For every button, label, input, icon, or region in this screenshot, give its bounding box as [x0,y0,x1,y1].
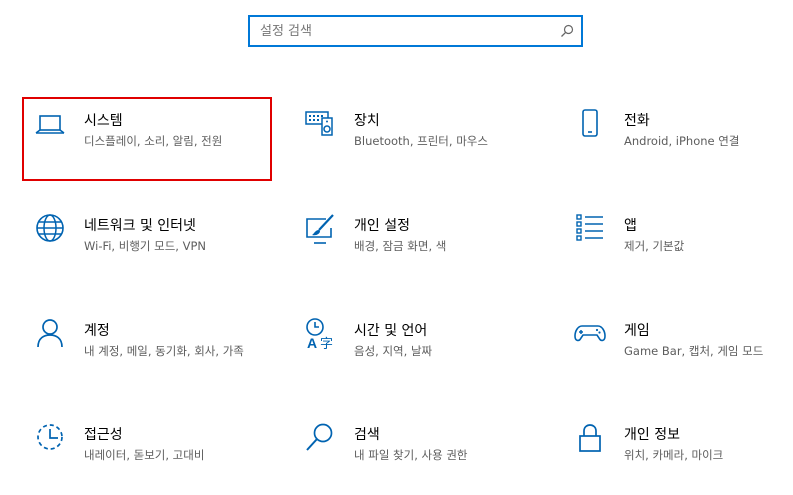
tile-description: Android, iPhone 연결 [624,134,740,148]
laptop-icon [35,115,65,134]
svg-text:A: A [307,335,317,349]
tile-description: 위치, 카메라, 마이크 [624,448,724,462]
tile-accounts[interactable]: 계정 내 계정, 메일, 동기화, 회사, 가족 [22,307,272,391]
search-input[interactable] [260,21,545,41]
tile-title: 네트워크 및 인터넷 [84,218,196,234]
tile-search[interactable]: 검색 내 파일 찾기, 사용 권한 [292,411,542,495]
tile-title: 앱 [624,218,637,234]
tile-title: 시간 및 언어 [354,323,428,339]
tile-description: Bluetooth, 프린터, 마우스 [354,134,488,148]
globe-icon [36,214,64,242]
tile-title: 개인 설정 [354,218,410,234]
tile-title: 개인 정보 [624,427,680,443]
tile-description: 내 계정, 메일, 동기화, 회사, 가족 [84,344,244,358]
time-language-icon: A 字 [306,318,333,349]
tile-description: 디스플레이, 소리, 알림, 전원 [84,134,223,148]
tile-ease-of-access[interactable]: 접근성 내레이터, 돋보기, 고대비 [22,411,272,495]
search-icon [306,423,333,451]
tile-description: Wi-Fi, 비행기 모드, VPN [84,239,207,253]
ease-of-access-icon [37,424,63,450]
tile-title: 접근성 [84,427,123,443]
tile-title: 전화 [624,113,650,129]
paint-icon [306,214,334,244]
tile-title: 계정 [84,323,110,339]
svg-text:字: 字 [320,337,333,349]
devices-icon [305,111,333,136]
tile-phone[interactable]: 전화 Android, iPhone 연결 [562,97,793,181]
search-icon[interactable] [559,23,575,39]
person-icon [37,319,63,348]
tile-description: 음성, 지역, 날짜 [354,344,433,358]
lock-icon [579,424,601,452]
tile-description: Game Bar, 캡처, 게임 모드 [624,344,764,358]
tile-title: 시스템 [84,113,123,129]
tile-personalization[interactable]: 개인 설정 배경, 잠금 화면, 색 [292,202,542,286]
tile-time-language[interactable]: A 字 시간 및 언어 음성, 지역, 날짜 [292,307,542,391]
tile-devices[interactable]: 장치 Bluetooth, 프린터, 마우스 [292,97,542,181]
phone-icon [582,109,598,137]
tile-description: 배경, 잠금 화면, 색 [354,239,447,253]
tile-privacy[interactable]: 개인 정보 위치, 카메라, 마이크 [562,411,793,495]
search-box[interactable] [248,15,583,47]
tile-description: 제거, 기본값 [624,239,685,253]
tile-title: 게임 [624,323,650,339]
gamepad-icon [574,325,606,342]
apps-list-icon [576,214,603,241]
tile-description: 내 파일 찾기, 사용 권한 [354,448,468,462]
tile-title: 장치 [354,113,380,129]
tile-gaming[interactable]: 게임 Game Bar, 캡처, 게임 모드 [562,307,793,391]
tile-system[interactable]: 시스템 디스플레이, 소리, 알림, 전원 [22,97,272,181]
tile-network[interactable]: 네트워크 및 인터넷 Wi-Fi, 비행기 모드, VPN [22,202,272,286]
tile-apps[interactable]: 앱 제거, 기본값 [562,202,793,286]
tile-title: 검색 [354,427,380,443]
tile-description: 내레이터, 돋보기, 고대비 [84,448,205,462]
